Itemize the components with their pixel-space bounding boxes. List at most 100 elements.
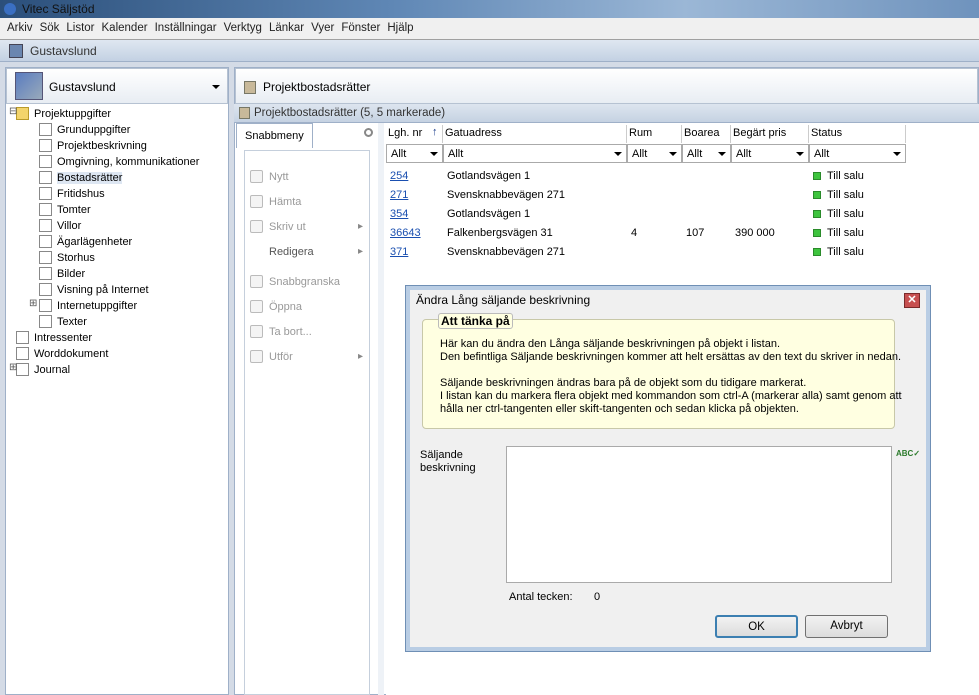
expand-icon[interactable]: ⊞ (9, 362, 17, 373)
menu-sok[interactable]: Sök (40, 22, 60, 34)
status-text: Till salu (827, 227, 864, 239)
tree-item[interactable]: Ägarlägenheter (39, 235, 132, 248)
right-panel-title: Projektbostadsrätter (263, 80, 371, 94)
tree-item[interactable]: Tomter (39, 203, 91, 216)
dropdown-arrow-icon[interactable] (212, 85, 220, 93)
apartment-number-link[interactable]: 371 (390, 246, 408, 258)
column-header[interactable]: Begärt pris (731, 125, 809, 143)
tree-item[interactable]: Villor (39, 219, 81, 232)
tree-item[interactable]: ⊞ Internetuppgifter (29, 298, 137, 312)
ok-button[interactable]: OK (715, 615, 798, 638)
quick-menu-item[interactable]: Nytt (269, 171, 289, 183)
table-row[interactable]: 36643 Falkenbergsvägen 31 4 107 390 000 Till … (386, 225, 906, 244)
menu-lankar[interactable]: Länkar (269, 22, 304, 34)
tree-item-label: Omgivning, kommunikationer (57, 156, 200, 168)
status-indicator-icon (813, 229, 821, 237)
column-filter[interactable]: Allt (731, 144, 809, 163)
pin-icon[interactable] (364, 128, 373, 137)
tree-item[interactable]: Storhus (39, 251, 95, 264)
table-cell: Till salu (813, 227, 864, 239)
column-header[interactable]: Boarea (682, 125, 731, 143)
table-cell: Till salu (813, 189, 864, 201)
quick-menu-item[interactable]: Hämta (269, 196, 301, 208)
column-filter[interactable]: Allt (443, 144, 627, 163)
column-filter[interactable]: Allt (682, 144, 731, 163)
tree-node-icon (16, 331, 29, 344)
tree-node-icon (16, 347, 29, 360)
tree-item[interactable]: Visning på Internet (39, 283, 149, 296)
tree-item[interactable]: Texter (39, 315, 87, 328)
status-indicator-icon (813, 210, 821, 218)
status-indicator-icon (813, 248, 821, 256)
apartment-number-link[interactable]: 271 (390, 189, 408, 201)
menu-item-icon (250, 325, 263, 338)
collapse-icon[interactable]: ⊟ (9, 106, 17, 117)
building-icon (15, 72, 43, 100)
menu-installningar[interactable]: Inställningar (155, 22, 217, 34)
info-text-line: hålla ner ctrl-tangenten eller skift-tan… (440, 403, 799, 415)
table-cell: 4 (631, 227, 638, 239)
tab-snabbmeny[interactable]: Snabbmeny (236, 123, 313, 148)
left-panel: Gustavslund ⊟ Projektuppgifter Grunduppgif… (5, 67, 229, 695)
submenu-arrow-icon: ▸ (358, 351, 364, 362)
column-filter[interactable]: Allt (386, 144, 443, 163)
left-panel-header[interactable]: Gustavslund (6, 68, 228, 104)
dialog-title: Ändra Lång säljande beskrivning (416, 293, 591, 307)
table-cell: Till salu (813, 208, 864, 220)
char-count-value: 0 (594, 591, 601, 603)
tree-item[interactable]: Fritidshus (39, 187, 105, 200)
quick-menu-item[interactable]: Öppna (269, 301, 302, 313)
tree-item-label: Intressenter (34, 332, 93, 344)
tree-item[interactable]: Projektbeskrivning (39, 139, 147, 152)
column-header[interactable]: Gatuadress (443, 125, 627, 143)
quick-menu-item[interactable]: Skriv ut (269, 221, 306, 233)
left-panel-title: Gustavslund (49, 80, 116, 94)
apartment-number-link[interactable]: 36643 (390, 227, 421, 239)
tree-node-icon (39, 235, 52, 248)
apartment-number-link[interactable]: 354 (390, 208, 408, 220)
tree-item[interactable]: Bilder (39, 267, 85, 280)
quick-menu-item[interactable]: Redigera (269, 246, 314, 258)
menu-verktyg[interactable]: Verktyg (224, 22, 262, 34)
tree-item[interactable]: Intressenter (16, 331, 92, 344)
quick-menu-item[interactable]: Ta bort... (269, 326, 312, 338)
tree-item[interactable]: ⊟ Projektuppgifter (9, 106, 111, 120)
menu-hjalp[interactable]: Hjälp (387, 22, 413, 34)
column-filter[interactable]: Allt (809, 144, 906, 163)
quick-menu-item[interactable]: Utför (269, 351, 293, 363)
tree-node-icon (39, 299, 52, 312)
tree-item-label: Grunduppgifter (57, 124, 131, 136)
table-row[interactable]: 354 Gotlandsvägen 1 Till salu (386, 206, 906, 225)
spellcheck-icon[interactable]: ABC✓ (896, 449, 920, 458)
column-header[interactable]: Status (809, 125, 906, 143)
table-cell: 107 (686, 227, 705, 239)
cancel-button[interactable]: Avbryt (805, 615, 888, 638)
column-header[interactable]: Rum (627, 125, 682, 143)
table-row[interactable]: 271 Svensknabbevägen 271 Till salu (386, 187, 906, 206)
menu-listor[interactable]: Listor (66, 22, 94, 34)
tree-item-label: Storhus (57, 252, 95, 264)
tree-item[interactable]: Grunduppgifter (39, 123, 130, 136)
close-icon[interactable]: ✕ (904, 293, 920, 308)
menu-item-icon (250, 275, 263, 288)
table-row[interactable]: 254 Gotlandsvägen 1 Till salu (386, 168, 906, 187)
tree-item[interactable]: ⊞ Journal (9, 362, 70, 376)
apartment-number-link[interactable]: 254 (390, 170, 408, 182)
column-filter[interactable]: Allt (627, 144, 682, 163)
menu-arkiv[interactable]: Arkiv (7, 22, 33, 34)
tree-item[interactable]: Worddokument (16, 347, 108, 360)
tree-node-icon (39, 203, 52, 216)
description-textarea[interactable] (506, 446, 892, 583)
menu-kalender[interactable]: Kalender (102, 22, 148, 34)
panel-splitter[interactable] (378, 123, 384, 695)
menu-item-icon (250, 220, 263, 233)
tree-item[interactable]: Omgivning, kommunikationer (39, 155, 199, 168)
expand-icon[interactable]: ⊞ (29, 298, 37, 309)
menu-fonster[interactable]: Fönster (341, 22, 380, 34)
tree-item-label: Visning på Internet (57, 284, 149, 296)
table-row[interactable]: 371 Svensknabbevägen 271 Till salu (386, 244, 906, 263)
menu-vyer[interactable]: Vyer (311, 22, 334, 34)
tree-item[interactable]: Bostadsrätter (39, 171, 123, 184)
title-bar: Vitec Säljstöd (0, 0, 979, 18)
quick-menu-item[interactable]: Snabbgranska (269, 276, 340, 288)
